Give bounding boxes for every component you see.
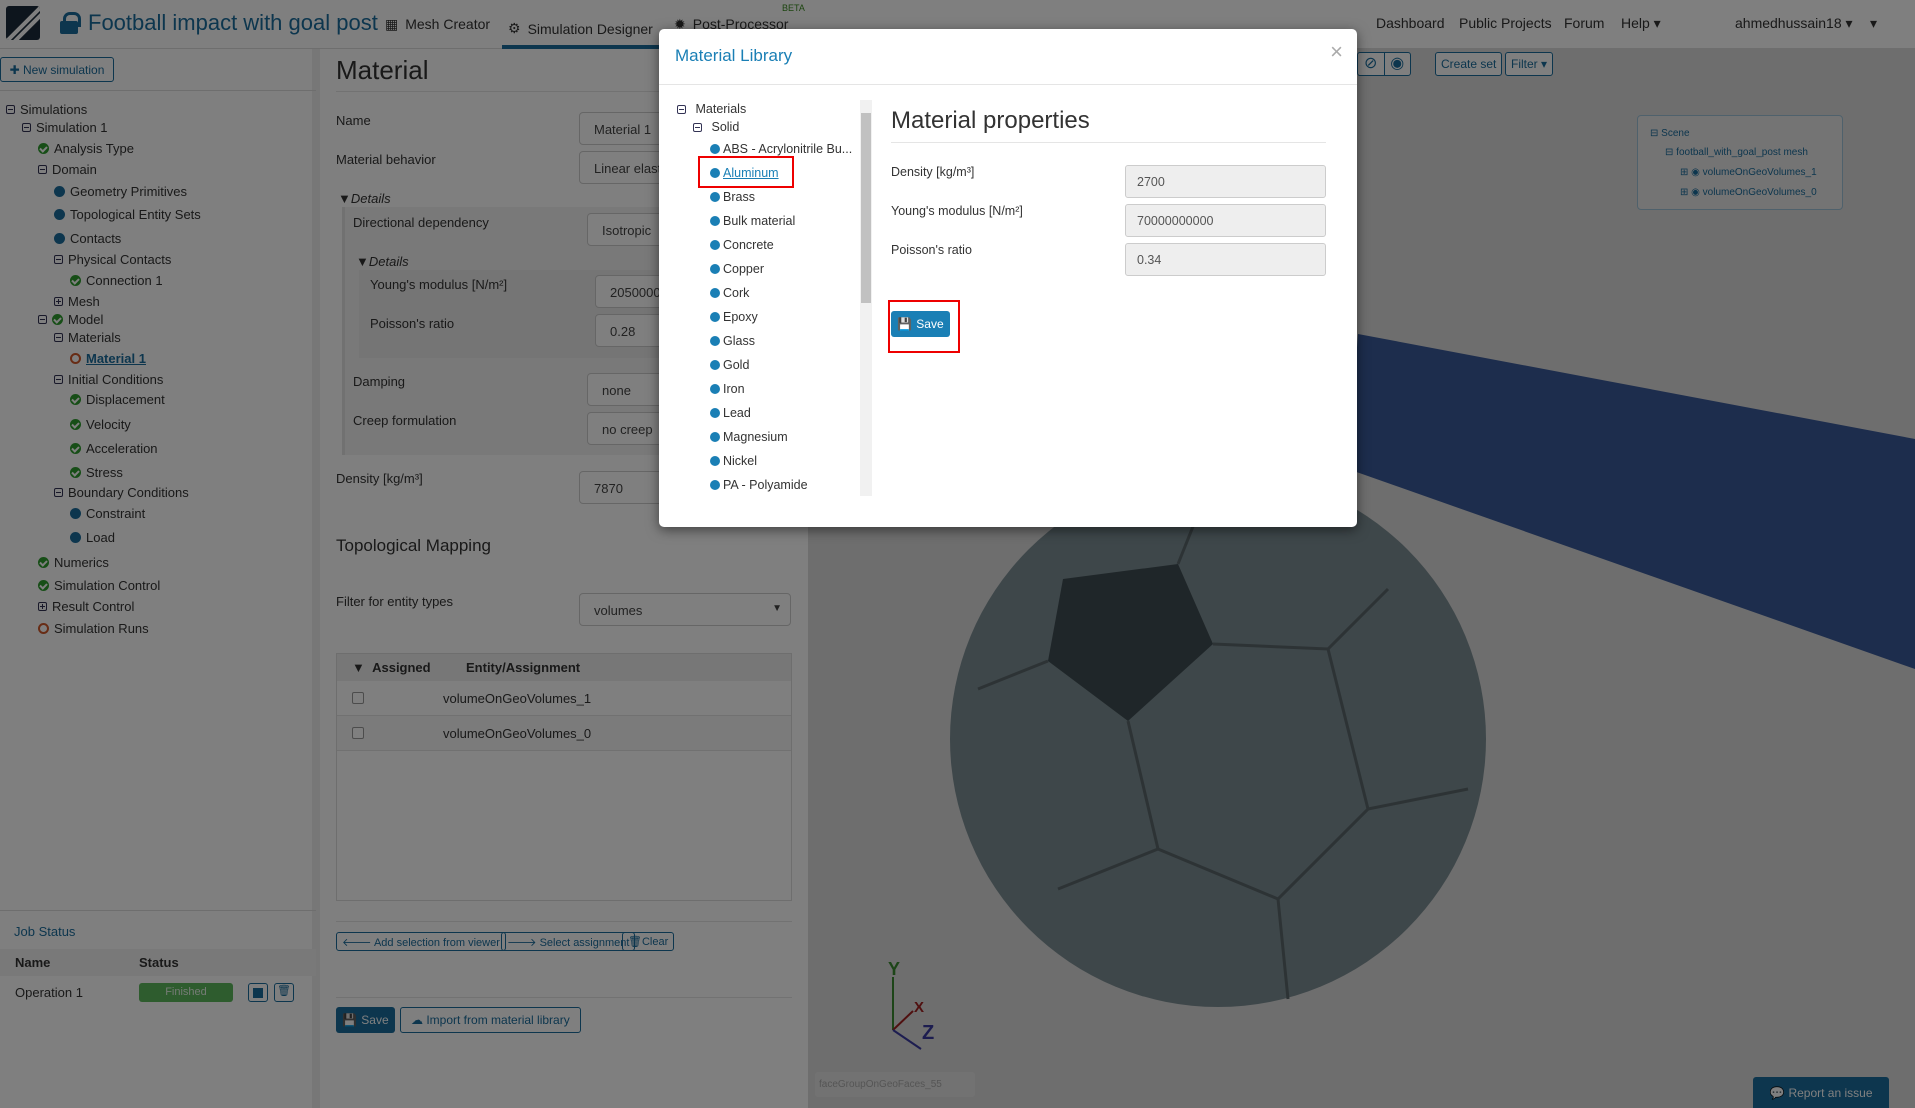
density-input[interactable]: 2700 — [1125, 165, 1326, 198]
dot-icon — [710, 336, 720, 346]
material-library-dialog: Material Library × Materials Solid ABS -… — [659, 29, 1357, 527]
tree-materials-root[interactable]: Materials — [677, 102, 746, 116]
dot-icon — [710, 240, 720, 250]
divider — [891, 142, 1326, 143]
material-label: Concrete — [723, 238, 774, 252]
material-label: ABS - Acrylonitrile Bu... — [723, 142, 853, 156]
button-label: Save — [916, 317, 944, 331]
youngs-modulus-input[interactable]: 70000000000 — [1125, 204, 1326, 237]
properties-title: Material properties — [891, 107, 1090, 134]
material-label: Nickel — [723, 454, 758, 468]
material-label: Magnesium — [723, 430, 788, 444]
dialog-title: Material Library — [675, 46, 793, 65]
dot-icon — [710, 480, 720, 490]
material-item[interactable]: Cork — [710, 286, 749, 300]
dot-icon — [710, 456, 720, 466]
tree-label: Materials — [695, 102, 747, 116]
material-item[interactable]: Concrete — [710, 238, 774, 252]
dot-icon — [710, 432, 720, 442]
dot-icon — [710, 408, 720, 418]
dot-icon — [710, 264, 720, 274]
floppy-icon: 💾 — [897, 317, 913, 331]
dot-icon — [710, 360, 720, 370]
material-label: Bulk material — [723, 214, 796, 228]
dot-icon — [710, 144, 720, 154]
close-icon[interactable]: × — [1330, 39, 1343, 65]
material-label: Lead — [723, 406, 751, 420]
material-label: Brass — [723, 190, 755, 204]
collapse-icon[interactable] — [693, 122, 702, 132]
material-item[interactable]: Nickel — [710, 454, 757, 468]
youngs-modulus-label: Young's modulus [N/m²] — [891, 204, 1023, 218]
dot-icon — [710, 216, 720, 226]
poissons-ratio-input[interactable]: 0.34 — [1125, 243, 1326, 276]
dot-icon — [710, 384, 720, 394]
material-item[interactable]: ABS - Acrylonitrile Bu... — [710, 142, 852, 156]
material-item[interactable]: Glass — [710, 334, 755, 348]
dot-icon — [710, 288, 720, 298]
material-item[interactable]: Magnesium — [710, 430, 788, 444]
material-item[interactable]: Bulk material — [710, 214, 795, 228]
material-item[interactable]: Copper — [710, 262, 764, 276]
poissons-ratio-label: Poisson's ratio — [891, 243, 972, 257]
scrollbar-thumb[interactable] — [861, 113, 871, 303]
material-list-viewport: ABS - Acrylonitrile Bu... Aluminum Brass Bu… — [659, 134, 859, 496]
material-item[interactable]: Iron — [710, 382, 745, 396]
material-label: Glass — [723, 334, 755, 348]
material-label: Iron — [723, 382, 745, 396]
dot-icon — [710, 192, 720, 202]
dot-icon — [710, 312, 720, 322]
density-label: Density [kg/m³] — [891, 165, 975, 179]
material-item[interactable]: Brass — [710, 190, 755, 204]
material-item[interactable]: PA - Polyamide — [710, 478, 808, 492]
library-save-button[interactable]: 💾 Save — [891, 311, 950, 337]
material-label: PA - Polyamide — [723, 478, 808, 492]
material-item[interactable]: Epoxy — [710, 310, 758, 324]
material-label: Copper — [723, 262, 764, 276]
material-item[interactable]: Lead — [710, 406, 751, 420]
collapse-icon[interactable] — [677, 104, 686, 114]
material-label: Gold — [723, 358, 750, 372]
material-label: Cork — [723, 286, 750, 300]
tree-solid-group[interactable]: Solid — [693, 120, 739, 134]
material-item[interactable]: Gold — [710, 358, 749, 372]
material-label: Epoxy — [723, 310, 758, 324]
highlight-box — [698, 156, 794, 188]
tree-label: Solid — [711, 120, 740, 134]
